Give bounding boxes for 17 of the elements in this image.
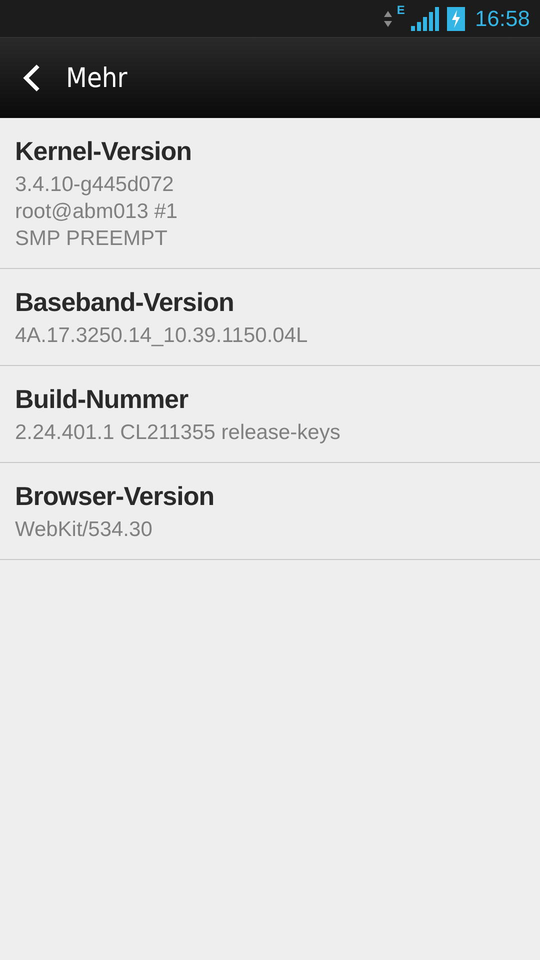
item-value: 2.24.401.1 CL211355 release-keys [15, 420, 342, 446]
data-arrows-icon [382, 10, 393, 28]
network-type: E [396, 3, 405, 17]
item-value: 3.4.10-g445d072 [15, 172, 175, 198]
clock: 16:58 [474, 6, 530, 32]
item-title: Build-Nummer [15, 384, 190, 415]
item-value: SMP PREEMPT [15, 226, 168, 252]
signal-icon [410, 6, 441, 30]
item-value: 4A.17.3250.14_10.39.1150.04L [15, 323, 309, 349]
item-title: Kernel-Version [15, 136, 193, 167]
item-title: Browser-Version [15, 481, 216, 512]
item-title: Baseband-Version [15, 287, 235, 318]
item-value: WebKit/534.30 [15, 517, 154, 543]
battery-charging-icon [446, 6, 465, 30]
screen-title: Mehr [66, 62, 128, 94]
back-icon [22, 64, 42, 92]
item-value: root@abm013 #1 [15, 199, 179, 225]
